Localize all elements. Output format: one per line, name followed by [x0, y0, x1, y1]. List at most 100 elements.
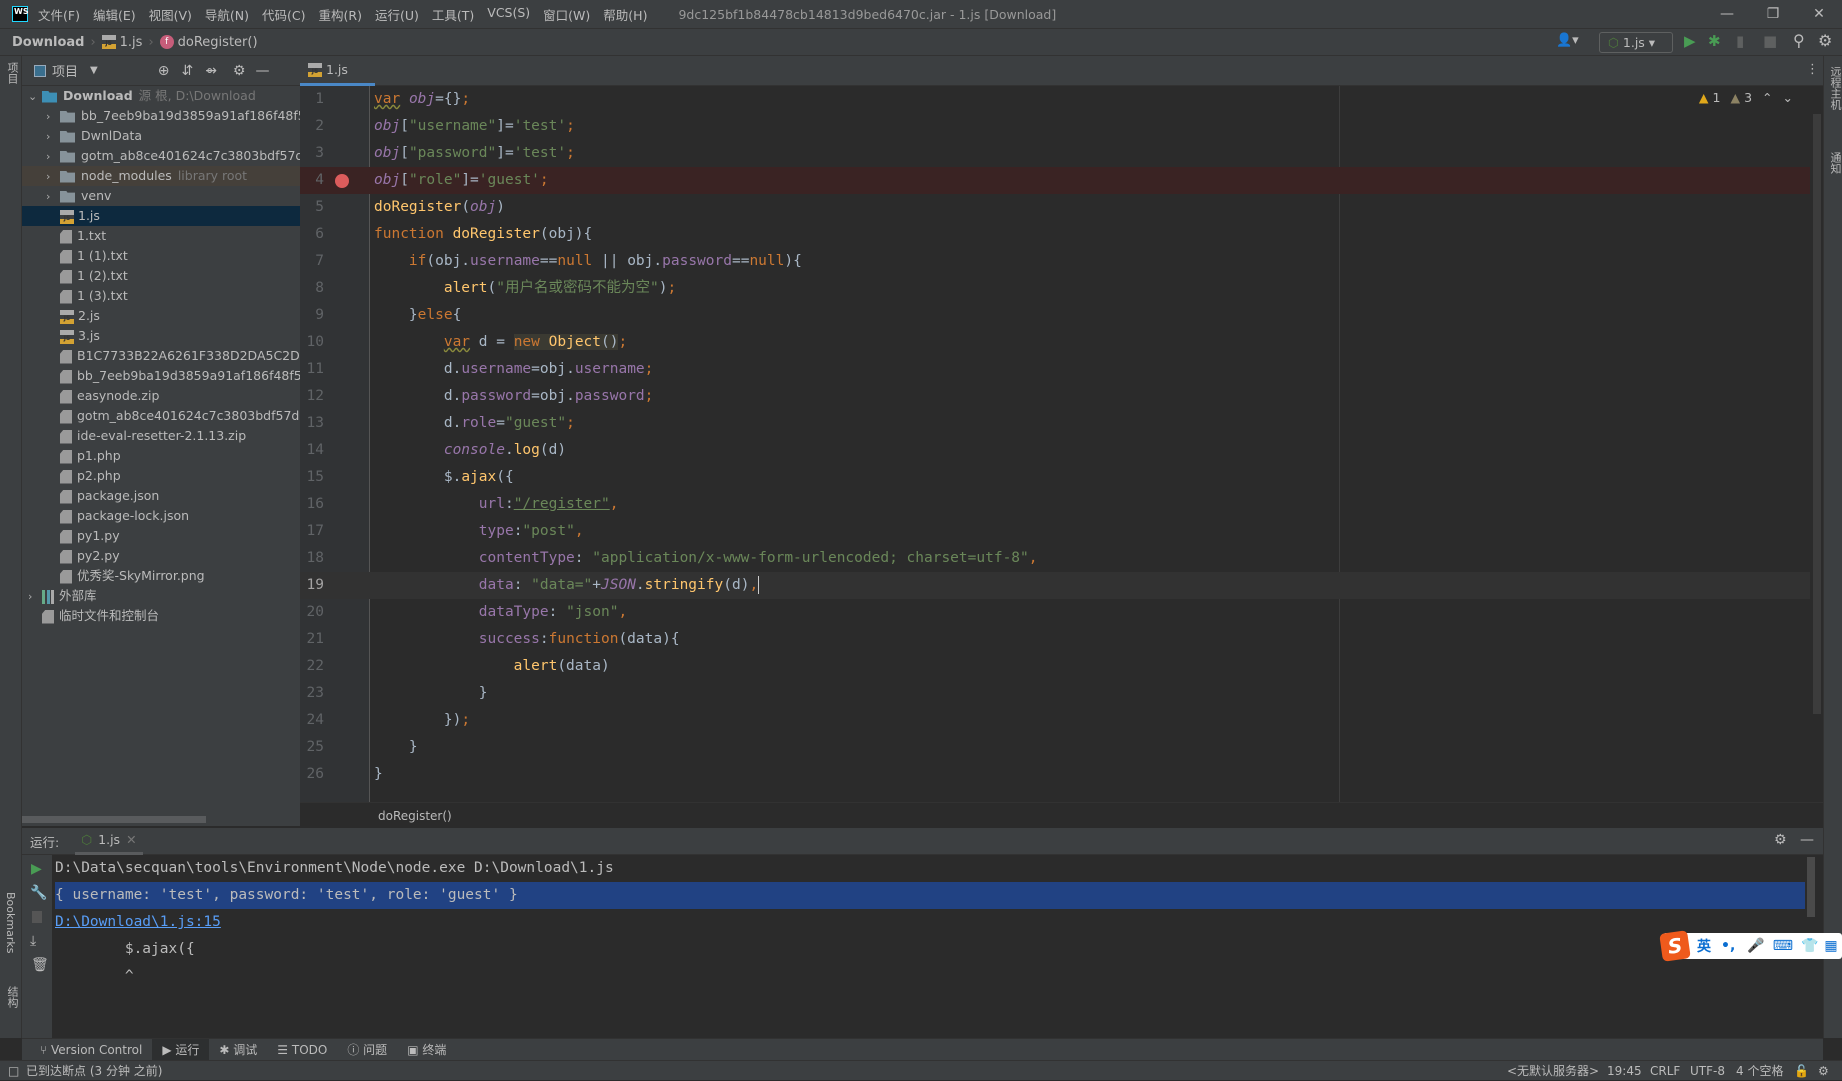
chevron-right-icon[interactable]: › — [46, 127, 60, 147]
tool-tab-run[interactable]: ▶ 运行 — [152, 1038, 210, 1061]
code-line[interactable]: 18 contentType: "application/x-www-form-… — [300, 545, 1810, 572]
stop-icon[interactable] — [32, 911, 42, 923]
code-line[interactable]: 6 function doRegister(obj){ — [300, 221, 1810, 248]
code-line[interactable]: 7 if(obj.username==null || obj.password=… — [300, 248, 1810, 275]
code-line[interactable]: 20 dataType: "json", — [300, 599, 1810, 626]
line-separator[interactable]: CRLF — [1650, 1061, 1680, 1081]
file-encoding[interactable]: UTF-8 — [1690, 1061, 1725, 1081]
bookmarks-tool-button[interactable]: Bookmarks — [4, 892, 17, 953]
tree-item[interactable]: 1 (2).txt — [22, 266, 300, 286]
menu-item[interactable]: 视图(V) — [149, 5, 192, 24]
console-file-link[interactable]: D:\Download\1.js:15 — [55, 909, 221, 936]
tree-item[interactable]: JS 3.js — [22, 326, 300, 346]
tree-item[interactable]: › DwnlData — [22, 126, 300, 146]
code-line[interactable]: 13 d.role="guest"; — [300, 410, 1810, 437]
tree-item[interactable]: B1C7733B22A6261F338D2DA5C2DD1 — [22, 346, 300, 366]
menu-item[interactable]: 帮助(H) — [603, 5, 647, 24]
notifications-tool-button[interactable]: 通知 — [1827, 152, 1842, 174]
code-line[interactable]: 15 $.ajax({ — [300, 464, 1810, 491]
tree-item[interactable]: easynode.zip — [22, 386, 300, 406]
indent-setting[interactable]: 4 个空格 — [1736, 1061, 1783, 1081]
inspection-widget[interactable]: ▲ 1 ▲ 3 ⌃ ⌄ — [1699, 90, 1793, 105]
tree-item[interactable]: 1 (3).txt — [22, 286, 300, 306]
tree-item[interactable]: package-lock.json — [22, 506, 300, 526]
inspector-icon[interactable]: ⚙ — [1818, 1061, 1829, 1081]
menu-item[interactable]: 导航(N) — [205, 5, 249, 24]
code-line[interactable]: 19 data: "data="+JSON.stringify(d), — [300, 572, 1810, 599]
expand-all-icon[interactable]: ⇵ — [181, 63, 193, 79]
tree-item[interactable]: package.json — [22, 486, 300, 506]
minimize-button[interactable]: — — [1704, 0, 1750, 28]
status-message[interactable]: 已到达断点 (3 分钟 之前) — [26, 1061, 162, 1081]
breadcrumb-file[interactable]: 1.js — [120, 35, 143, 50]
ime-punctuation[interactable]: •, — [1721, 938, 1735, 954]
code-line[interactable]: 11 d.username=obj.username; — [300, 356, 1810, 383]
search-icon[interactable]: ⚲ — [1793, 31, 1805, 50]
tree-item[interactable]: 1 (1).txt — [22, 246, 300, 266]
tab-1js[interactable]: JS 1.js — [300, 56, 375, 86]
tree-item[interactable]: › venv — [22, 186, 300, 206]
tree-item[interactable]: ⌄ Download 源 根, D:\Download — [22, 86, 300, 106]
chevron-down-icon[interactable]: ⌄ — [28, 87, 42, 107]
ime-mode[interactable]: 英 — [1697, 936, 1711, 956]
chevron-right-icon[interactable]: › — [46, 107, 60, 127]
rerun-icon[interactable]: ▶ — [31, 861, 52, 877]
tool-tab-debug[interactable]: ✱ 调试 — [209, 1039, 267, 1061]
code-line[interactable]: 4 obj["role"]='guest'; — [300, 167, 1810, 194]
menu-item[interactable]: 工具(T) — [432, 5, 474, 24]
remote-host-tool-button[interactable]: 远程主机 — [1827, 66, 1842, 110]
project-view-selector[interactable]: 项目 — [52, 61, 78, 80]
tool-tab-todo[interactable]: ☰ TODO — [267, 1039, 337, 1061]
tool-tab-vcs[interactable]: ⑂ Version Control — [30, 1039, 152, 1061]
tree-item[interactable]: p1.php — [22, 446, 300, 466]
wrench-icon[interactable]: 🔧 — [30, 885, 52, 901]
menu-item[interactable]: 文件(F) — [38, 5, 80, 24]
structure-tool-button[interactable]: 结构 — [4, 986, 20, 1008]
scroll-to-end-icon[interactable]: ⤓ — [30, 933, 52, 949]
tree-item[interactable]: 1.txt — [22, 226, 300, 246]
project-tool-button[interactable]: 项目 — [4, 62, 20, 84]
hide-panel-icon[interactable]: — — [1800, 832, 1814, 848]
code-line[interactable]: 3 obj["password"]='test'; — [300, 140, 1810, 167]
breadcrumb-project[interactable]: Download — [12, 35, 84, 50]
chevron-right-icon[interactable]: › — [46, 147, 60, 167]
code-line[interactable]: 2 obj["username"]='test'; — [300, 113, 1810, 140]
keyboard-icon[interactable]: ⌨ — [1773, 938, 1793, 954]
restore-button[interactable]: ❐ — [1750, 0, 1796, 28]
tree-item[interactable]: ide-eval-resetter-2.1.13.zip — [22, 426, 300, 446]
user-icon[interactable]: 👤▾ — [1556, 33, 1579, 48]
locate-icon[interactable]: ⊕ — [158, 63, 170, 79]
ime-toolbar[interactable]: S 英 •, 🎤 ⌨ 👕 ▦ — [1659, 930, 1842, 962]
tree-item[interactable]: JS 2.js — [22, 306, 300, 326]
tree-item[interactable]: › gotm_ab8ce401624c7c3803bdf57d70 — [22, 146, 300, 166]
code-line[interactable]: 21 success:function(data){ — [300, 626, 1810, 653]
gear-icon[interactable]: ⚙ — [1818, 31, 1832, 50]
breakpoint-icon[interactable] — [335, 174, 349, 188]
run-config-selector[interactable]: ⬡ 1.js ▾ — [1599, 32, 1673, 53]
code-line[interactable]: 9 }else{ — [300, 302, 1810, 329]
tool-tab-problems[interactable]: ⓘ 问题 — [337, 1039, 397, 1061]
close-button[interactable]: ✕ — [1796, 0, 1842, 28]
code-line[interactable]: 8 alert("用户名或密码不能为空"); — [300, 275, 1810, 302]
microphone-icon[interactable]: 🎤 — [1747, 938, 1764, 954]
chevron-right-icon[interactable]: › — [28, 587, 42, 607]
debug-button[interactable]: ✱ — [1708, 32, 1721, 50]
chevron-right-icon[interactable]: › — [46, 187, 60, 207]
previous-highlight-icon[interactable]: ⌃ — [1762, 90, 1772, 105]
run-tab-1js[interactable]: ⬡ 1.js ✕ — [75, 828, 143, 855]
editor-breadcrumb[interactable]: doRegister() — [300, 802, 1823, 828]
code-line[interactable]: 16 url:"/register", — [300, 491, 1810, 518]
tree-item[interactable]: 临时文件和控制台 — [22, 606, 300, 626]
breadcrumb-function[interactable]: doRegister() — [178, 35, 258, 50]
code-line[interactable]: 23 } — [300, 680, 1810, 707]
collapse-all-icon[interactable]: ⇴ — [205, 63, 217, 79]
server-selector[interactable]: <无默认服务器> — [1507, 1061, 1599, 1081]
menu-item[interactable]: 运行(U) — [375, 5, 419, 24]
menu-item[interactable]: 编辑(E) — [93, 5, 136, 24]
console-scrollbar[interactable] — [1807, 857, 1815, 917]
menu-item[interactable]: 窗口(W) — [543, 5, 590, 24]
chevron-down-icon[interactable]: ▼ — [90, 65, 98, 76]
run-button[interactable]: ▶ — [1684, 32, 1696, 50]
tree-horizontal-scrollbar[interactable] — [22, 816, 206, 823]
code-line[interactable]: 1 var obj={}; — [300, 86, 1810, 113]
